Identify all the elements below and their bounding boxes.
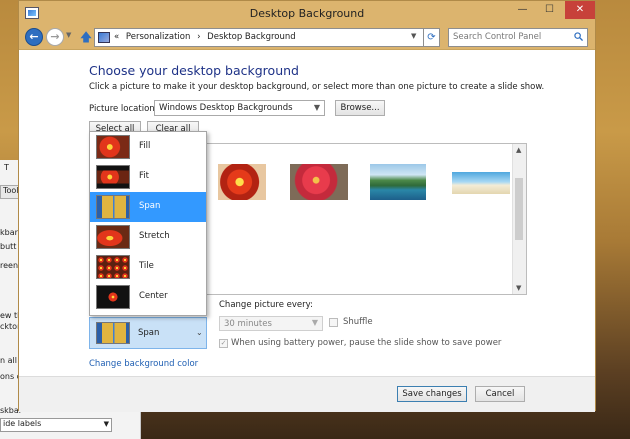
- page-description: Click a picture to make it your desktop …: [89, 82, 545, 92]
- fit-position-icon: [96, 165, 130, 189]
- close-button[interactable]: ✕: [565, 1, 595, 19]
- battery-pause-label: When using battery power, pause the slid…: [231, 338, 502, 348]
- cancel-button[interactable]: Cancel: [475, 386, 525, 402]
- menu-item-center[interactable]: Center: [90, 282, 206, 312]
- chevron-down-icon[interactable]: ▼: [411, 32, 416, 40]
- change-picture-label: Change picture every:: [219, 300, 313, 310]
- fill-position-icon: [96, 135, 130, 159]
- breadcrumb: « Personalization › Desktop Background: [114, 32, 300, 42]
- refresh-button[interactable]: ⟳: [423, 28, 440, 47]
- dialog-footer: Save changes Cancel: [19, 376, 595, 412]
- breadcrumb-personalization[interactable]: Personalization: [126, 32, 190, 42]
- background-text: reen: [0, 261, 19, 270]
- shuffle-checkbox[interactable]: [329, 318, 338, 327]
- scroll-down-icon[interactable]: ▼: [516, 284, 521, 292]
- wallpaper-thumbnail[interactable]: [452, 172, 510, 194]
- interval-select[interactable]: 30 minutes ▼: [219, 316, 323, 331]
- background-select-value: ide labels: [3, 419, 42, 428]
- forward-button[interactable]: →: [46, 28, 64, 46]
- page-title: Choose your desktop background: [89, 63, 299, 78]
- background-window-title: T: [4, 163, 9, 172]
- window-title: Desktop Background: [249, 7, 365, 20]
- scroll-up-icon[interactable]: ▲: [516, 146, 521, 154]
- menu-item-label: Fit: [139, 171, 149, 181]
- back-button[interactable]: ←: [25, 28, 43, 46]
- search-placeholder: Search Control Panel: [453, 32, 542, 42]
- background-text: kbar: [0, 228, 18, 237]
- background-tools-tab[interactable]: Tool: [0, 185, 20, 199]
- battery-pause-checkbox[interactable]: ✓: [219, 339, 228, 348]
- control-panel-icon: [98, 32, 110, 43]
- menu-item-label: Tile: [139, 261, 154, 271]
- interval-value: 30 minutes: [224, 319, 272, 329]
- maximize-button[interactable]: ☐: [537, 1, 562, 19]
- scrollbar-thumb[interactable]: [515, 178, 523, 240]
- chevron-down-icon: ▼: [313, 103, 320, 112]
- address-bar[interactable]: « Personalization › Desktop Background ▼: [94, 28, 440, 47]
- recent-pages-icon[interactable]: ▼: [66, 31, 71, 39]
- up-arrow-icon[interactable]: 🡅: [79, 29, 93, 45]
- chevron-down-icon: ▼: [311, 318, 318, 327]
- change-background-color-link[interactable]: Change background color: [89, 359, 198, 369]
- background-select[interactable]: ide labels ▼: [0, 418, 112, 432]
- breadcrumb-desktop-background[interactable]: Desktop Background: [207, 32, 295, 42]
- chevron-down-icon: ⌄: [196, 328, 203, 337]
- span-position-icon: [96, 322, 130, 344]
- menu-item-fill[interactable]: Fill: [90, 132, 206, 162]
- breadcrumb-separator[interactable]: ›: [197, 32, 200, 42]
- menu-item-label: Center: [139, 291, 168, 301]
- picture-location-value: Windows Desktop Backgrounds: [159, 103, 293, 113]
- picture-position-select[interactable]: Span ⌄: [89, 317, 207, 349]
- picture-location-select[interactable]: Windows Desktop Backgrounds ▼: [154, 100, 325, 116]
- background-text: butt: [0, 242, 17, 251]
- picture-position-menu: Fill Fit Span Stretch Tile Center: [89, 131, 207, 316]
- desktop-background-window: Desktop Background — ☐ ✕ ← → ▼ 🡅 « Perso…: [18, 0, 596, 412]
- stretch-position-icon: [96, 225, 130, 249]
- menu-item-label: Stretch: [139, 231, 170, 241]
- title-bar: Desktop Background — ☐ ✕: [19, 1, 595, 27]
- center-position-icon: [96, 285, 130, 309]
- picture-position-value: Span: [138, 328, 160, 338]
- wallpaper-thumbnail[interactable]: [218, 164, 266, 200]
- wallpaper-thumbnail[interactable]: [370, 164, 426, 200]
- picture-location-label: Picture location:: [89, 104, 158, 114]
- breadcrumb-overflow[interactable]: «: [114, 32, 119, 42]
- save-changes-button[interactable]: Save changes: [397, 386, 467, 402]
- navigation-bar: ← → ▼ 🡅 « Personalization › Desktop Back…: [19, 27, 595, 49]
- menu-item-stretch[interactable]: Stretch: [90, 222, 206, 252]
- menu-item-fit[interactable]: Fit: [90, 162, 206, 192]
- shuffle-label: Shuffle: [343, 317, 373, 327]
- minimize-button[interactable]: —: [510, 1, 535, 19]
- tile-position-icon: [96, 255, 130, 279]
- gallery-scrollbar[interactable]: ▲ ▼: [512, 144, 526, 294]
- search-icon[interactable]: [574, 32, 583, 41]
- menu-item-label: Span: [139, 201, 161, 211]
- wallpaper-thumbnail[interactable]: [290, 164, 348, 200]
- browse-button[interactable]: Browse...: [335, 100, 385, 116]
- span-position-icon: [96, 195, 130, 219]
- menu-item-span[interactable]: Span: [90, 192, 206, 222]
- menu-item-tile[interactable]: Tile: [90, 252, 206, 282]
- menu-item-label: Fill: [139, 141, 151, 151]
- search-input[interactable]: Search Control Panel: [448, 28, 588, 47]
- chevron-down-icon: ▼: [103, 420, 109, 428]
